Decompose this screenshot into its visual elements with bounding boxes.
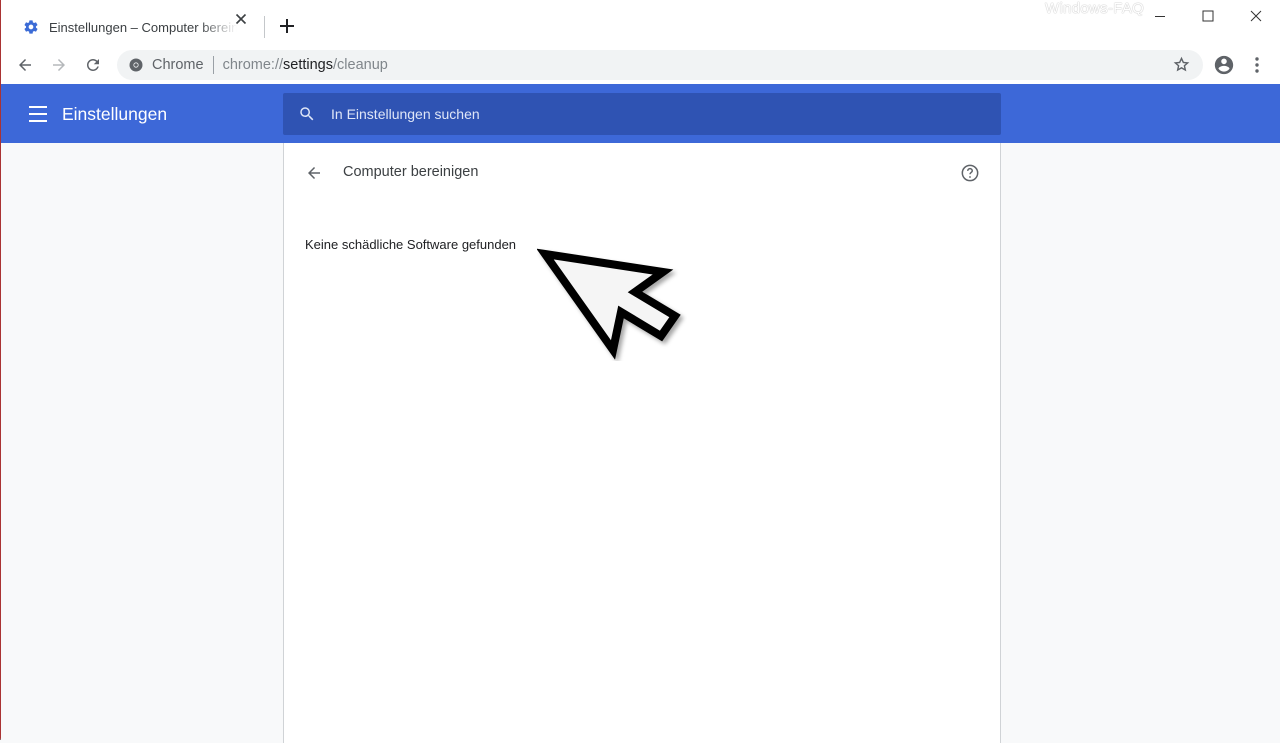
tab-separator (264, 16, 265, 38)
watermark: Windows-FAQ (1045, 0, 1145, 17)
plus-icon[interactable] (277, 16, 297, 36)
cleanup-card: Computer bereinigen Keine schädliche Sof… (283, 143, 1001, 743)
site-chip: Chrome (152, 57, 204, 73)
scan-status-text: Keine schädliche Software gefunden (305, 237, 517, 252)
address-bar[interactable]: Chrome chrome://settings/cleanup (117, 50, 1203, 80)
search-icon (297, 104, 317, 124)
page-title: Computer bereinigen (343, 164, 479, 180)
chrome-logo-icon (129, 58, 143, 72)
gear-icon (23, 19, 39, 35)
search-input[interactable] (331, 106, 931, 122)
minimize-icon[interactable] (1145, 4, 1175, 28)
settings-header: Einstellungen (1, 84, 1280, 143)
tab-title: Einstellungen – Computer bereinigen (49, 19, 237, 35)
url-host: settings (283, 57, 333, 73)
close-icon[interactable] (233, 11, 249, 27)
star-icon[interactable] (1171, 54, 1191, 74)
browser-window: Einstellungen – Computer bereinigen Wind… (0, 0, 1280, 743)
tab-strip: Einstellungen – Computer bereinigen Wind… (1, 0, 1280, 46)
close-icon[interactable] (1241, 4, 1271, 28)
arrow-left-icon[interactable] (13, 53, 37, 77)
help-circle-icon[interactable] (959, 162, 981, 184)
pointer-arrow-icon (537, 248, 681, 360)
account-circle-icon[interactable] (1212, 53, 1236, 77)
more-vert-icon[interactable] (1247, 53, 1267, 77)
url-path: /cleanup (333, 57, 388, 73)
reload-icon[interactable] (81, 53, 105, 77)
arrow-right-icon[interactable] (47, 53, 71, 77)
omnibox-separator (212, 56, 214, 74)
hamburger-icon[interactable] (27, 104, 49, 124)
arrow-left-icon[interactable] (304, 163, 324, 183)
tab-settings-cleanup[interactable]: Einstellungen – Computer bereinigen (9, 8, 261, 46)
settings-search[interactable] (283, 93, 1001, 135)
maximize-icon[interactable] (1193, 4, 1223, 28)
url-scheme: chrome:// (222, 57, 284, 73)
browser-toolbar: Chrome chrome://settings/cleanup (1, 46, 1280, 84)
url-text[interactable]: chrome://settings/cleanup (223, 57, 388, 73)
settings-title: Einstellungen (62, 104, 168, 124)
